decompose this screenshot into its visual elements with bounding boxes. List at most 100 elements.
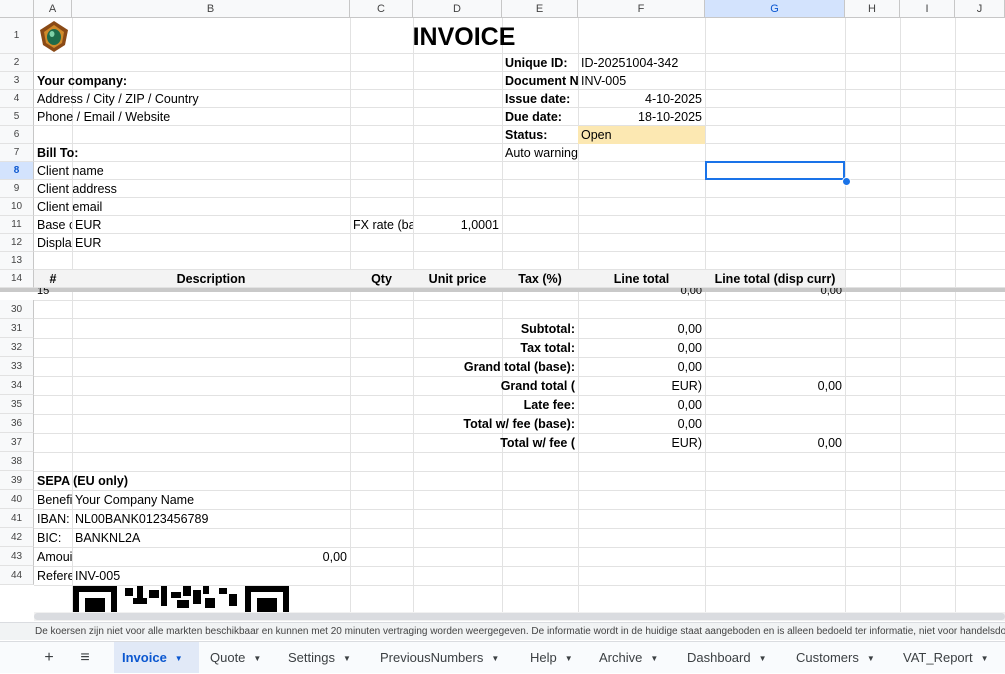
total-fee-base-value[interactable]: 0,00 <box>578 415 705 433</box>
amount-value[interactable]: 0,00 <box>72 548 350 566</box>
grand-total-disp-value[interactable]: 0,00 <box>705 377 845 395</box>
row-header[interactable]: 9 <box>0 180 34 198</box>
tab-vat-report[interactable]: VAT_Report ▼ <box>895 642 1005 673</box>
late-fee-value[interactable]: 0,00 <box>578 396 705 414</box>
spreadsheet-grid[interactable]: A B C D E F G H I J 1 2 3 4 5 6 7 8 9 10… <box>0 0 1005 612</box>
chevron-down-icon[interactable]: ▼ <box>867 643 875 674</box>
row-header[interactable]: 44 <box>0 566 34 585</box>
subtotal-value[interactable]: 0,00 <box>578 320 705 338</box>
subtotal-label: Subtotal: <box>520 322 575 336</box>
row-header[interactable]: 42 <box>0 528 34 547</box>
col-header-h[interactable]: H <box>845 0 900 18</box>
col-header-b[interactable]: B <box>72 0 350 18</box>
bic-value[interactable]: BANKNL2A <box>72 529 350 547</box>
add-sheet-icon[interactable]: + <box>37 642 61 673</box>
row-header-selected[interactable]: 8 <box>0 162 34 180</box>
fill-handle[interactable] <box>842 177 851 186</box>
row-header[interactable]: 10 <box>0 198 34 216</box>
chevron-down-icon[interactable]: ▼ <box>650 643 658 674</box>
row-header[interactable]: 2 <box>0 54 34 72</box>
invoice-title: INVOICE <box>412 23 516 51</box>
freeze-divider[interactable] <box>0 288 1005 292</box>
row-header[interactable]: 7 <box>0 144 34 162</box>
fx-rate-value[interactable]: 1,0001 <box>413 216 502 234</box>
tab-previousnumbers[interactable]: PreviousNumbers ▼ <box>372 642 520 673</box>
row-header[interactable]: 40 <box>0 490 34 509</box>
row-header[interactable]: 13 <box>0 252 34 270</box>
all-sheets-icon[interactable]: ≡ <box>73 642 97 673</box>
document-no-value[interactable]: INV-005 <box>578 72 705 90</box>
grand-total-base-value[interactable]: 0,00 <box>578 358 705 376</box>
grand-total-disp-label: Grand total ( <box>500 379 575 393</box>
col-header-i[interactable]: I <box>900 0 955 18</box>
row-header[interactable]: 32 <box>0 338 34 357</box>
row-header[interactable]: 39 <box>0 471 34 490</box>
display-currency-value[interactable]: EUR <box>72 234 350 252</box>
tax-total-label: Tax total: <box>520 341 575 355</box>
client-address[interactable]: Client address <box>34 180 350 198</box>
row-header[interactable]: 36 <box>0 414 34 433</box>
col-header-e[interactable]: E <box>502 0 578 18</box>
select-all-corner[interactable] <box>0 0 34 18</box>
row-header[interactable]: 12 <box>0 234 34 252</box>
client-email[interactable]: Client email <box>34 198 350 216</box>
row-header[interactable]: 41 <box>0 509 34 528</box>
tab-dashboard[interactable]: Dashboard ▼ <box>679 642 786 673</box>
company-address[interactable]: Address / City / ZIP / Country <box>34 90 350 108</box>
horizontal-scrollbar[interactable] <box>34 612 1005 621</box>
partial-row-disp-total: 0,00 <box>820 288 842 297</box>
row-header[interactable]: 6 <box>0 126 34 144</box>
tab-invoice[interactable]: Invoice ▼ <box>114 642 199 673</box>
header-number: # <box>49 272 57 286</box>
row-header[interactable]: 34 <box>0 376 34 395</box>
client-name[interactable]: Client name <box>34 162 350 180</box>
status-value[interactable]: Open <box>578 126 705 144</box>
chevron-down-icon[interactable]: ▼ <box>491 643 499 674</box>
col-header-a[interactable]: A <box>34 0 72 18</box>
tab-help[interactable]: Help ▼ <box>522 642 588 673</box>
chevron-down-icon[interactable]: ▼ <box>981 643 989 674</box>
tab-customers[interactable]: Customers ▼ <box>788 642 893 673</box>
col-header-f[interactable]: F <box>578 0 705 18</box>
auto-warning[interactable]: Auto warning <box>502 144 578 162</box>
issue-date-value[interactable]: 4-10-2025 <box>578 90 705 108</box>
row-header[interactable]: 33 <box>0 357 34 376</box>
tab-archive[interactable]: Archive ▼ <box>591 642 676 673</box>
row-header[interactable]: 38 <box>0 452 34 471</box>
bic-label: BIC: <box>37 531 62 545</box>
selected-cell-g8[interactable] <box>705 161 845 180</box>
row-header[interactable]: 37 <box>0 433 34 452</box>
tax-total-value[interactable]: 0,00 <box>578 339 705 357</box>
chevron-down-icon[interactable]: ▼ <box>343 643 351 674</box>
tab-quote[interactable]: Quote ▼ <box>202 642 278 673</box>
chevron-down-icon[interactable]: ▼ <box>759 643 767 674</box>
chevron-down-icon[interactable]: ▼ <box>565 643 573 674</box>
reference-value[interactable]: INV-005 <box>72 567 350 585</box>
col-header-j[interactable]: J <box>955 0 1005 18</box>
row-header[interactable]: 4 <box>0 90 34 108</box>
due-date-value[interactable]: 18-10-2025 <box>578 108 705 126</box>
unique-id-value[interactable]: ID-20251004-342 <box>578 54 705 72</box>
chevron-down-icon[interactable]: ▼ <box>175 643 183 674</box>
row-header[interactable]: 30 <box>0 300 34 319</box>
company-contact[interactable]: Phone / Email / Website <box>34 108 350 126</box>
row-header[interactable]: 35 <box>0 395 34 414</box>
row-header[interactable]: 3 <box>0 72 34 90</box>
row-header[interactable]: 11 <box>0 216 34 234</box>
row-header[interactable]: 14 <box>0 270 34 288</box>
row-header[interactable]: 31 <box>0 319 34 338</box>
row-header[interactable]: 1 <box>0 18 34 54</box>
scrollbar-thumb[interactable] <box>34 613 1005 620</box>
row-header[interactable]: 43 <box>0 547 34 566</box>
beneficiary-value[interactable]: Your Company Name <box>72 491 350 509</box>
row-header[interactable]: 5 <box>0 108 34 126</box>
col-header-d[interactable]: D <box>413 0 502 18</box>
col-header-g[interactable]: G <box>705 0 845 18</box>
qr-code-icon <box>73 586 289 612</box>
tab-settings[interactable]: Settings ▼ <box>280 642 370 673</box>
base-currency-value[interactable]: EUR <box>72 216 350 234</box>
iban-value[interactable]: NL00BANK0123456789 <box>72 510 350 528</box>
col-header-c[interactable]: C <box>350 0 413 18</box>
chevron-down-icon[interactable]: ▼ <box>253 643 261 674</box>
total-fee-disp-value[interactable]: 0,00 <box>705 434 845 452</box>
